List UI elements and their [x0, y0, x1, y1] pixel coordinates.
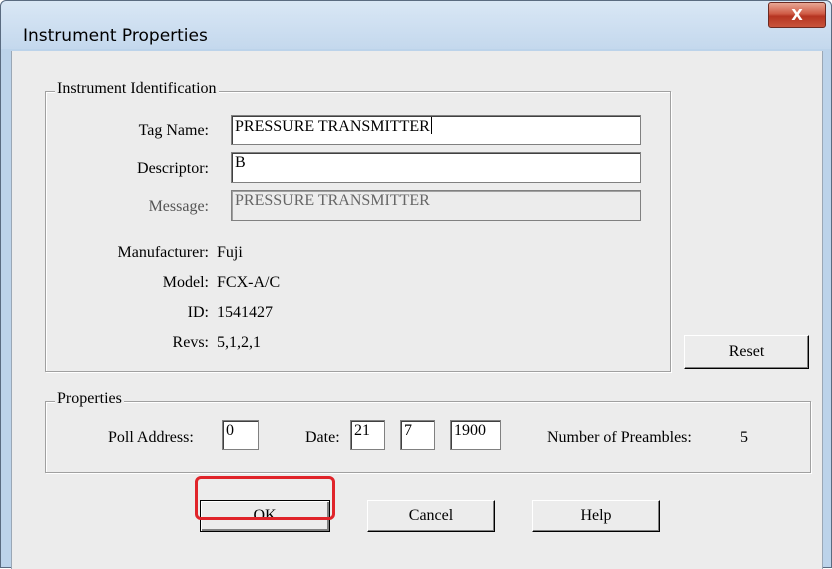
date-month-value: 7	[404, 422, 412, 439]
id-label: ID:	[187, 304, 209, 321]
cancel-button[interactable]: Cancel	[367, 500, 495, 532]
tag-name-input[interactable]: PRESSURE TRANSMITTER	[231, 115, 641, 145]
descriptor-label: Descriptor:	[137, 160, 209, 177]
date-year-value: 1900	[454, 422, 486, 439]
cancel-label: Cancel	[408, 507, 454, 524]
poll-address-label: Poll Address:	[108, 429, 194, 446]
window-title: Instrument Properties	[23, 26, 208, 46]
close-button[interactable]: X	[768, 2, 826, 28]
message-value: PRESSURE TRANSMITTER	[235, 192, 430, 209]
preambles-label: Number of Preambles:	[547, 429, 692, 446]
reset-button[interactable]: Reset	[684, 335, 809, 369]
tag-name-value: PRESSURE TRANSMITTER	[235, 118, 430, 135]
manufacturer-label: Manufacturer:	[117, 244, 209, 261]
model-value: FCX-A/C	[217, 274, 281, 291]
revs-value: 5,1,2,1	[217, 334, 261, 351]
date-year-input[interactable]: 1900	[450, 420, 501, 450]
date-day-value: 21	[354, 422, 370, 439]
revs-label: Revs:	[172, 334, 209, 351]
help-label: Help	[580, 507, 612, 524]
dialog-window: Instrument Properties X Instrument Ident…	[0, 0, 832, 569]
reset-label: Reset	[728, 343, 765, 360]
tag-name-label: Tag Name:	[138, 122, 209, 139]
ok-highlight-annotation	[195, 476, 335, 520]
message-label: Message:	[148, 198, 209, 215]
date-month-input[interactable]: 7	[400, 420, 435, 450]
text-caret	[430, 117, 432, 134]
poll-address-input[interactable]: 0	[222, 420, 259, 450]
descriptor-input[interactable]: B	[231, 152, 641, 183]
help-button[interactable]: Help	[532, 500, 660, 532]
date-label: Date:	[305, 429, 340, 446]
identification-legend: Instrument Identification	[55, 80, 219, 98]
close-icon: X	[791, 6, 803, 24]
model-label: Model:	[162, 274, 209, 291]
poll-address-value: 0	[226, 422, 234, 439]
message-input: PRESSURE TRANSMITTER	[231, 190, 641, 221]
title-bar[interactable]: Instrument Properties X	[1, 1, 831, 49]
dialog-body: Instrument Identification Tag Name: PRES…	[11, 51, 823, 569]
date-day-input[interactable]: 21	[350, 420, 385, 450]
manufacturer-value: Fuji	[217, 244, 243, 261]
preambles-value: 5	[740, 429, 748, 446]
descriptor-value: B	[235, 154, 246, 171]
properties-legend: Properties	[55, 390, 124, 408]
id-value: 1541427	[217, 304, 273, 321]
